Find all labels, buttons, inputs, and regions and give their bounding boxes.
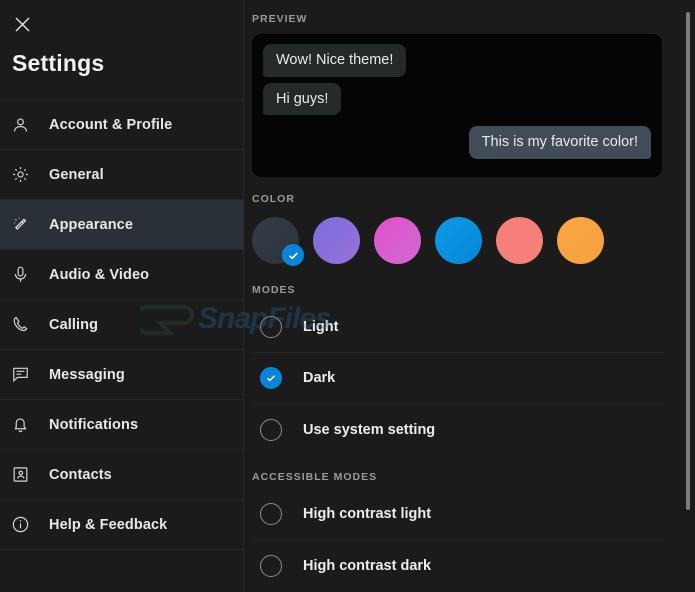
radio-icon[interactable] <box>260 418 282 441</box>
sidebar-item-general[interactable]: General <box>0 150 243 200</box>
preview-section-heading: PREVIEW <box>252 13 308 25</box>
color-swatch-salmon[interactable] <box>496 217 543 264</box>
sidebar-item-label: Account & Profile <box>49 117 173 133</box>
sidebar-item-label: Appearance <box>49 216 134 233</box>
accessible-modes-section-heading: ACCESSIBLE MODES <box>252 471 378 483</box>
magic-wand-icon <box>11 213 39 237</box>
preview-message-bubble: Hi guys! <box>263 82 342 116</box>
radio-icon-checked[interactable] <box>260 367 282 389</box>
settings-sidebar: Settings Account & Profile General Appea… <box>0 0 244 592</box>
sidebar-item-label: General <box>49 166 104 183</box>
mode-option-label: Light <box>303 319 339 335</box>
accessible-mode-option-high-contrast-dark[interactable]: High contrast dark <box>252 540 664 591</box>
mode-option-light[interactable]: Light <box>252 302 664 353</box>
settings-window: Settings Account & Profile General Appea… <box>0 0 695 592</box>
check-icon <box>282 244 304 266</box>
modes-section-heading: MODES <box>252 284 296 296</box>
vertical-scrollbar[interactable] <box>681 0 695 592</box>
accessible-mode-option-label: High contrast light <box>303 506 432 522</box>
color-swatch-purple[interactable] <box>313 217 360 264</box>
microphone-icon <box>11 263 39 287</box>
preview-message-bubble: This is my favorite color! <box>468 126 651 160</box>
color-swatch-magenta[interactable] <box>374 217 421 264</box>
sidebar-item-help-feedback[interactable]: Help & Feedback <box>0 500 243 550</box>
sidebar-item-label: Audio & Video <box>49 266 150 283</box>
mode-option-use-system-setting[interactable]: Use system setting <box>252 404 664 455</box>
phone-icon <box>11 313 39 337</box>
appearance-settings-panel: PREVIEW Wow! Nice theme! Hi guys! This i… <box>244 0 695 592</box>
mode-option-label: Use system setting <box>303 421 436 438</box>
sidebar-item-audio-video[interactable]: Audio & Video <box>0 250 243 300</box>
accessible-modes-option-list: High contrast light High contrast dark <box>252 489 664 591</box>
sidebar-item-messaging[interactable]: Messaging <box>0 350 243 400</box>
color-section-heading: COLOR <box>252 193 295 205</box>
color-swatch-blue[interactable] <box>435 217 482 264</box>
sidebar-item-label: Messaging <box>49 366 125 383</box>
contact-card-icon <box>11 463 39 487</box>
sidebar-item-label: Calling <box>49 316 99 333</box>
sidebar-item-account-profile[interactable]: Account & Profile <box>0 100 243 150</box>
color-swatch-orange[interactable] <box>557 217 604 264</box>
radio-icon[interactable] <box>260 503 282 525</box>
theme-preview: Wow! Nice theme! Hi guys! This is my fav… <box>252 34 662 177</box>
sidebar-item-label: Notifications <box>49 416 139 433</box>
close-icon[interactable] <box>2 4 42 44</box>
accessible-mode-option-label: High contrast dark <box>303 557 432 574</box>
mode-option-label: Dark <box>303 370 336 386</box>
sidebar-item-notifications[interactable]: Notifications <box>0 400 243 450</box>
info-circle-icon <box>11 513 39 537</box>
color-swatch-slate[interactable] <box>252 217 304 266</box>
sidebar-item-calling[interactable]: Calling <box>0 300 243 350</box>
color-swatch-list <box>252 217 695 266</box>
page-title: Settings <box>12 50 105 76</box>
radio-icon[interactable] <box>260 316 282 338</box>
bell-icon <box>11 413 39 437</box>
preview-message-bubble: Wow! Nice theme! <box>263 44 407 77</box>
modes-option-list: Light Dark Use system setting <box>252 302 664 455</box>
person-icon <box>11 113 39 137</box>
chat-bubble-icon <box>11 363 39 387</box>
radio-icon[interactable] <box>260 554 282 577</box>
accessible-mode-option-high-contrast-light[interactable]: High contrast light <box>252 489 664 540</box>
sidebar-item-appearance[interactable]: Appearance <box>0 200 243 250</box>
mode-option-dark[interactable]: Dark <box>252 353 664 404</box>
sidebar-item-label: Help & Feedback <box>49 516 168 533</box>
sidebar-item-contacts[interactable]: Contacts <box>0 450 243 500</box>
scrollbar-thumb[interactable] <box>686 12 690 510</box>
sidebar-item-label: Contacts <box>49 466 112 483</box>
gear-icon <box>11 163 39 187</box>
settings-nav: Account & Profile General Appearance Aud… <box>0 100 243 550</box>
